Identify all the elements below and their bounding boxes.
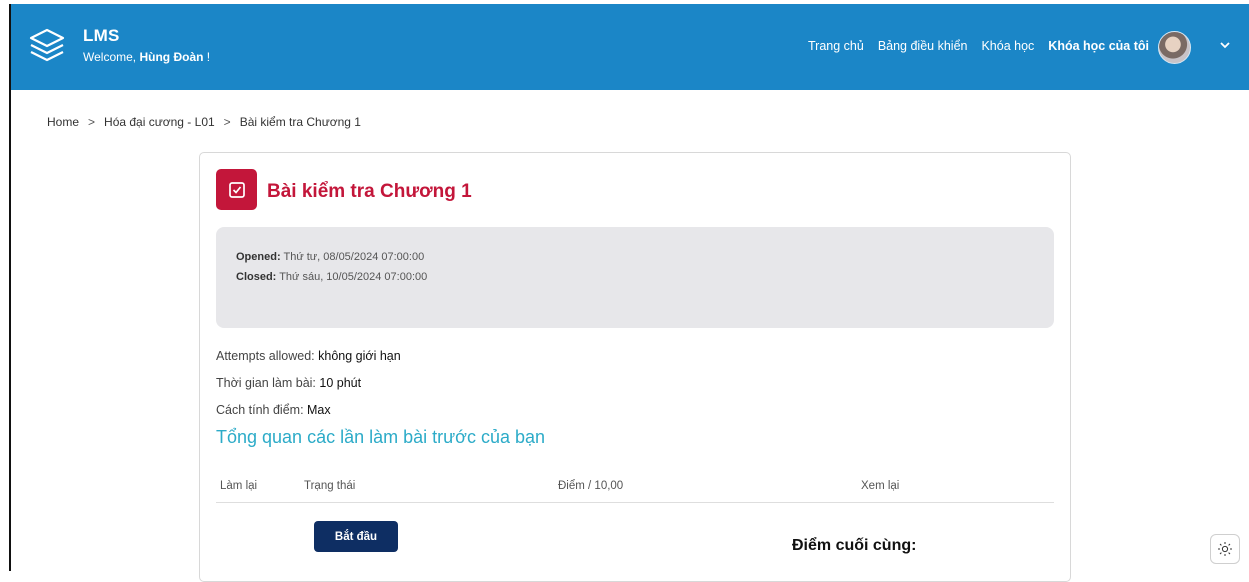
column-header-status: Trạng thái <box>304 480 356 492</box>
user-name: Hùng Đoàn <box>139 50 204 64</box>
quiz-dates-panel: Opened: Thứ tư, 08/05/2024 07:00:00 Clos… <box>216 227 1054 328</box>
opened-value: Thứ tư, 08/05/2024 07:00:00 <box>283 251 425 263</box>
time-label: Thời gian làm bài: <box>216 376 320 390</box>
attempts-summary-heading: Tổng quan các lần làm bài trước của bạn <box>216 427 546 447</box>
top-navbar: LMS Welcome, Hùng Đoàn ! Trang chủ Bảng … <box>11 4 1249 90</box>
welcome-suffix: ! <box>203 50 211 64</box>
attempts-value: không giới hạn <box>318 349 401 363</box>
nav-links: Trang chủ Bảng điều khiển Khóa học Khóa … <box>808 39 1149 53</box>
checkbox-icon <box>216 169 257 210</box>
attempts-table-header: Làm lại Trạng thái Điểm / 10,00 Xem lại <box>216 480 1054 503</box>
avatar[interactable] <box>1158 31 1191 64</box>
final-grade-label: Điểm cuối cùng: <box>792 537 917 554</box>
grading-row: Cách tính điểm: Max <box>216 397 401 424</box>
brand-block: LMS Welcome, Hùng Đoàn ! <box>83 26 210 64</box>
time-row: Thời gian làm bài: 10 phút <box>216 370 401 397</box>
nav-link-courses[interactable]: Khóa học <box>981 39 1034 53</box>
start-attempt-button[interactable]: Bắt đầu <box>314 521 398 552</box>
welcome-text: Welcome, Hùng Đoàn ! <box>83 50 210 64</box>
column-header-grade: Điểm / 10,00 <box>558 480 624 492</box>
sun-icon[interactable] <box>1210 534 1240 564</box>
grading-value: Max <box>307 403 331 417</box>
chevron-down-icon[interactable] <box>1219 39 1231 54</box>
column-header-review: Xem lại <box>861 480 900 492</box>
quiz-card: Bài kiểm tra Chương 1 Opened: Thứ tư, 08… <box>199 152 1071 582</box>
time-value: 10 phút <box>319 376 362 390</box>
app-frame: LMS Welcome, Hùng Đoàn ! Trang chủ Bảng … <box>9 4 1249 582</box>
breadcrumb-separator: > <box>88 115 96 129</box>
opened-label: Opened: <box>236 251 281 263</box>
breadcrumb-home[interactable]: Home <box>47 115 79 129</box>
closed-label: Closed: <box>236 271 277 283</box>
nav-link-home[interactable]: Trang chủ <box>808 39 864 53</box>
brand-name[interactable]: LMS <box>83 26 210 46</box>
nav-link-my-courses[interactable]: Khóa học của tôi <box>1048 39 1149 53</box>
nav-link-dashboard[interactable]: Bảng điều khiển <box>878 39 968 53</box>
breadcrumb-course[interactable]: Hóa đại cương - L01 <box>104 115 215 129</box>
breadcrumb-separator: > <box>223 115 231 129</box>
closed-value: Thứ sáu, 10/05/2024 07:00:00 <box>279 271 428 283</box>
grading-label: Cách tính điểm: <box>216 403 308 417</box>
breadcrumb: Home > Hóa đại cương - L01 > Bài kiểm tr… <box>47 115 361 129</box>
layers-icon[interactable] <box>27 26 67 66</box>
closed-row: Closed: Thứ sáu, 10/05/2024 07:00:00 <box>236 267 1034 287</box>
page-title: Bài kiểm tra Chương 1 <box>267 181 472 202</box>
welcome-prefix: Welcome, <box>83 50 140 64</box>
quiz-info: Attempts allowed: không giới hạn Thời gi… <box>216 343 401 424</box>
attempts-label: Attempts allowed: <box>216 349 319 363</box>
attempts-row: Attempts allowed: không giới hạn <box>216 343 401 370</box>
breadcrumb-current: Bài kiểm tra Chương 1 <box>239 115 361 129</box>
opened-row: Opened: Thứ tư, 08/05/2024 07:00:00 <box>236 247 1034 267</box>
column-header-retry: Làm lại <box>220 480 258 492</box>
